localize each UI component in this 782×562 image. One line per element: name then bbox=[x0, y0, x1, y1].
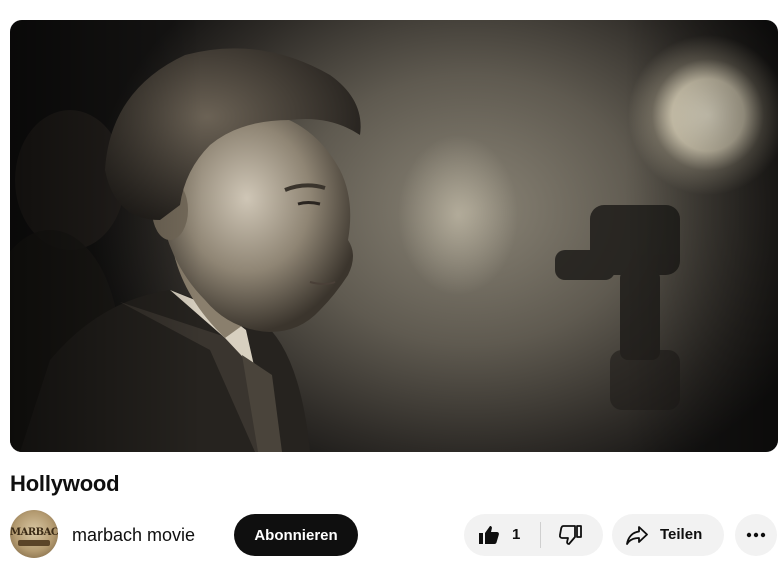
channel-name[interactable]: marbach movie bbox=[72, 523, 195, 547]
like-count: 1 bbox=[512, 526, 521, 543]
video-player[interactable] bbox=[10, 20, 778, 452]
avatar-logo-banner bbox=[18, 540, 50, 546]
dislike-button[interactable] bbox=[541, 514, 603, 556]
share-label: Teilen bbox=[660, 526, 703, 543]
thumbs-down-icon bbox=[558, 525, 582, 545]
more-horizontal-icon bbox=[746, 532, 766, 538]
subscribe-button[interactable]: Abonnieren bbox=[234, 514, 358, 556]
thumbs-up-icon bbox=[479, 526, 499, 544]
share-arrow-icon bbox=[626, 526, 648, 545]
channel-avatar[interactable]: MARBACH bbox=[10, 510, 58, 558]
like-dislike-group: 1 bbox=[464, 514, 603, 556]
video-title: Hollywood bbox=[10, 471, 120, 496]
video-frame-art bbox=[10, 20, 778, 452]
more-actions-button[interactable] bbox=[735, 514, 777, 556]
share-button[interactable]: Teilen bbox=[612, 514, 724, 556]
video-actions-row: MARBACH marbach movie Abonnieren 1 Teile… bbox=[0, 510, 782, 560]
avatar-logo-text: MARBACH bbox=[10, 527, 58, 538]
like-button[interactable]: 1 bbox=[464, 514, 540, 556]
